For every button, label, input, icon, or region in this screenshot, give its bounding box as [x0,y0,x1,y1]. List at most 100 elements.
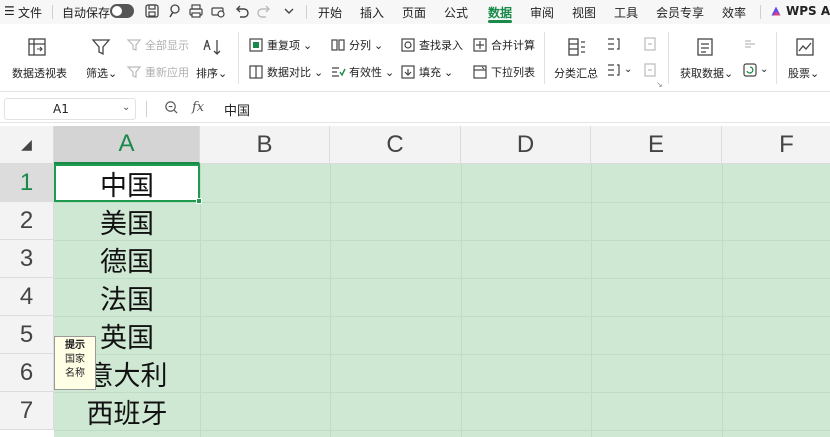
spreadsheet-app: ☰ 文件 自动保存 开始 插入 页面 公式 数据 审阅 视图 工具 会员专享 效… [0,0,830,437]
divider [544,32,545,84]
get-data-icon[interactable] [694,36,716,58]
divider [146,101,147,117]
insert-function-icon[interactable]: fx [192,100,204,115]
cell-a2[interactable]: 美国 [54,202,200,240]
column-header-c[interactable]: C [330,126,461,164]
sort-icon[interactable] [202,36,224,58]
hamburger-icon[interactable]: ☰ [4,4,15,18]
tab-insert[interactable]: 插入 [360,4,384,21]
print-preview-icon[interactable] [210,3,226,19]
select-all-corner[interactable]: ◢ [0,126,54,164]
show-all-button[interactable]: 全部显示 [126,37,189,53]
tab-tools[interactable]: 工具 [614,4,638,21]
find-entry-button[interactable]: 查找录入 [400,37,463,53]
tab-member[interactable]: 会员专享 [656,4,704,21]
validity-label: 有效性 [349,66,382,79]
column-header-a[interactable]: A [54,126,200,164]
row-header-5[interactable]: 5 [0,316,54,354]
row-header-4[interactable]: 4 [0,278,54,316]
duplicates-button[interactable]: 重复项 ⌄ [248,37,312,53]
tab-efficiency[interactable]: 效率 [722,4,746,21]
show-all-label: 全部显示 [145,39,189,52]
cell-area[interactable]: 中国 美国 德国 法国 英国 意大利 西班牙 [54,164,830,437]
cell-a7[interactable]: 西班牙 [54,392,200,430]
name-box[interactable]: A1 [4,98,136,120]
filter-label: 筛选 [86,67,108,80]
pivot-table-icon[interactable] [26,36,48,58]
row-header-1[interactable]: 1 [0,164,54,202]
autosave-toggle[interactable] [110,4,134,18]
divider [668,32,669,84]
refresh-icon[interactable] [742,62,758,78]
show-detail-icon[interactable] [642,36,658,52]
active-tab-indicator [488,20,512,23]
row-header-2[interactable]: 2 [0,202,54,240]
chevron-down-icon[interactable]: ⌄ [760,64,768,75]
subtotal-button[interactable]: 分类汇总 [554,65,598,81]
fill-icon [400,64,416,80]
tooltip-text-line2: 名称 [65,368,85,379]
tab-formula[interactable]: 公式 [444,4,468,21]
tab-home[interactable]: 开始 [318,4,342,21]
reapply-button[interactable]: 重新应用 [126,64,189,80]
ungroup-icon[interactable] [606,62,622,78]
column-header-e[interactable]: E [591,126,722,164]
cell-a1[interactable]: 中国 [54,164,200,202]
format-painter-icon[interactable] [166,3,182,19]
group-icon[interactable] [606,36,622,52]
consolidate-button[interactable]: 合并计算 [472,37,535,53]
row-header-7[interactable]: 7 [0,392,54,430]
row-header-6[interactable]: 6 [0,354,54,392]
name-box-value: A1 [53,102,69,116]
filter-icon[interactable] [90,36,112,58]
divider [52,5,53,19]
column-header-f[interactable]: F [722,126,830,164]
sort-label: 排序 [196,67,218,80]
validity-button[interactable]: 有效性 ⌄ [330,64,394,80]
chevron-down-icon[interactable] [281,3,297,19]
zoom-icon[interactable] [164,100,179,119]
validity-icon [330,64,346,80]
tab-page[interactable]: 页面 [402,4,426,21]
show-all-icon [126,37,142,53]
grid-line [461,164,462,437]
tab-review[interactable]: 审阅 [530,4,554,21]
fill-button[interactable]: 填充 ⌄ [400,64,453,80]
tab-wps-ai[interactable]: WPS AI [786,4,830,18]
tab-data[interactable]: 数据 [488,4,512,21]
fill-handle[interactable] [196,198,202,204]
formula-input[interactable]: 中国 [224,100,250,119]
get-data-button[interactable]: 获取数据⌄ [680,65,733,81]
undo-icon[interactable] [234,3,250,19]
cell-a4[interactable]: 法国 [54,278,200,316]
cell-a3[interactable]: 德国 [54,240,200,278]
subtotal-icon[interactable] [566,36,588,58]
grid-line [330,164,331,437]
pivot-table-button[interactable]: 数据透视表 [12,65,67,81]
redo-icon[interactable] [256,3,272,19]
menu-file[interactable]: 文件 [18,4,42,21]
split-column-button[interactable]: 分列 ⌄ [330,37,383,53]
row-header-3[interactable]: 3 [0,240,54,278]
tab-view[interactable]: 视图 [572,4,596,21]
filter-button[interactable]: 筛选⌄ [86,65,117,81]
data-compare-icon [248,64,264,80]
print-icon[interactable] [188,3,204,19]
find-entry-label: 查找录入 [419,39,463,52]
dropdown-list-button[interactable]: 下拉列表 [472,64,535,80]
stocks-icon[interactable] [794,36,816,58]
hide-detail-icon[interactable] [642,62,658,78]
formula-bar: A1 ⌄ fx 中国 [0,95,830,123]
chevron-down-icon[interactable]: ⌄ [624,64,632,75]
sort-button[interactable]: 排序⌄ [196,65,227,81]
data-compare-button[interactable]: 数据对比 ⌄ [248,64,323,80]
column-header-d[interactable]: D [461,126,591,164]
save-icon[interactable] [144,3,160,19]
chevron-down-icon[interactable]: ⌄ [122,102,130,113]
dialog-launcher-icon[interactable]: ↘ [656,80,663,89]
stocks-button[interactable]: 股票⌄ [788,65,819,81]
link-icon[interactable] [742,36,758,52]
grid-line [591,164,592,437]
column-header-b[interactable]: B [200,126,330,164]
input-message-tooltip: 提示 国家 名称 [54,336,96,390]
